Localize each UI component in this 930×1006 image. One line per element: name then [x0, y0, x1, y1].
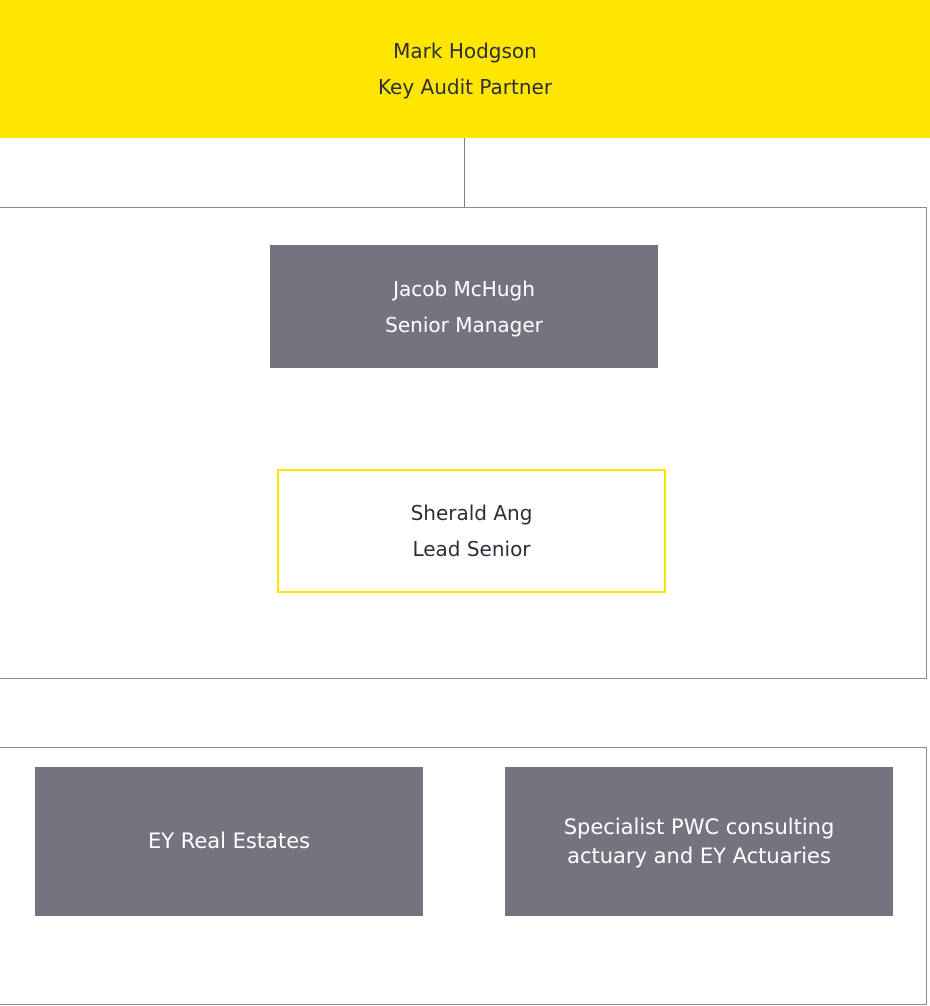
key-audit-partner-banner: Mark Hodgson Key Audit Partner: [0, 0, 930, 138]
actuary-specialist-line-1: Specialist PWC consulting: [563, 814, 835, 839]
partner-connector-line: [464, 138, 465, 208]
lead-senior-box: Sherald Ang Lead Senior: [277, 469, 666, 593]
senior-manager-name: Jacob McHugh: [393, 276, 535, 301]
senior-manager-role: Senior Manager: [385, 312, 543, 337]
lead-senior-name: Sherald Ang: [410, 501, 533, 525]
real-estates-box: EY Real Estates: [35, 767, 423, 916]
partner-role: Key Audit Partner: [377, 75, 553, 99]
lead-senior-role: Lead Senior: [412, 537, 531, 561]
real-estates-label: EY Real Estates: [147, 829, 311, 853]
actuary-specialist-line-2: actuary and EY Actuaries: [567, 843, 831, 868]
actuary-specialist-box: Specialist PWC consulting actuary and EY…: [505, 767, 893, 916]
senior-manager-box: Jacob McHugh Senior Manager: [270, 245, 658, 368]
partner-name: Mark Hodgson: [393, 39, 537, 63]
